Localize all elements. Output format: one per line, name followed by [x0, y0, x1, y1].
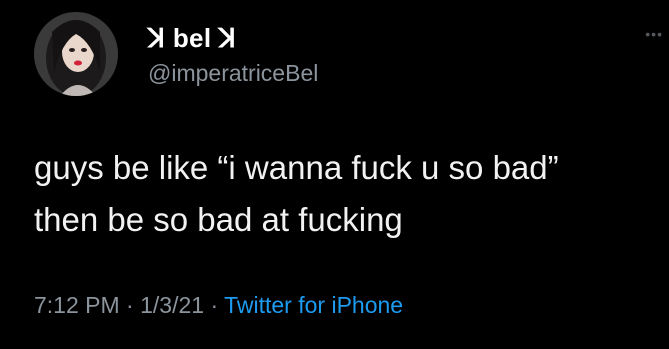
tweet-text: guys be like “i wanna fuck u so bad” the… — [34, 142, 654, 246]
tweet-source-link[interactable]: Twitter for iPhone — [224, 292, 403, 318]
tweet-text-line: guys be like “i wanna fuck u so bad” — [34, 149, 559, 186]
user-handle[interactable]: @imperatriceBel — [148, 60, 318, 87]
tweet-time[interactable]: 7:12 PM — [34, 292, 120, 318]
tweet-meta: 7:12 PM · 1/3/21 · Twitter for iPhone — [34, 292, 403, 319]
more-options-icon[interactable]: ••• — [645, 26, 663, 42]
avatar-image — [34, 12, 118, 96]
tweet-card: ꓘ bel ꓘ @imperatriceBel ••• guys be like… — [0, 0, 669, 349]
display-name[interactable]: ꓘ bel ꓘ — [148, 23, 236, 54]
avatar[interactable] — [34, 12, 118, 96]
meta-separator: · — [210, 292, 219, 318]
meta-separator: · — [126, 292, 134, 318]
tweet-date[interactable]: 1/3/21 — [140, 292, 204, 318]
tweet-text-line: then be so bad at fucking — [34, 201, 403, 238]
